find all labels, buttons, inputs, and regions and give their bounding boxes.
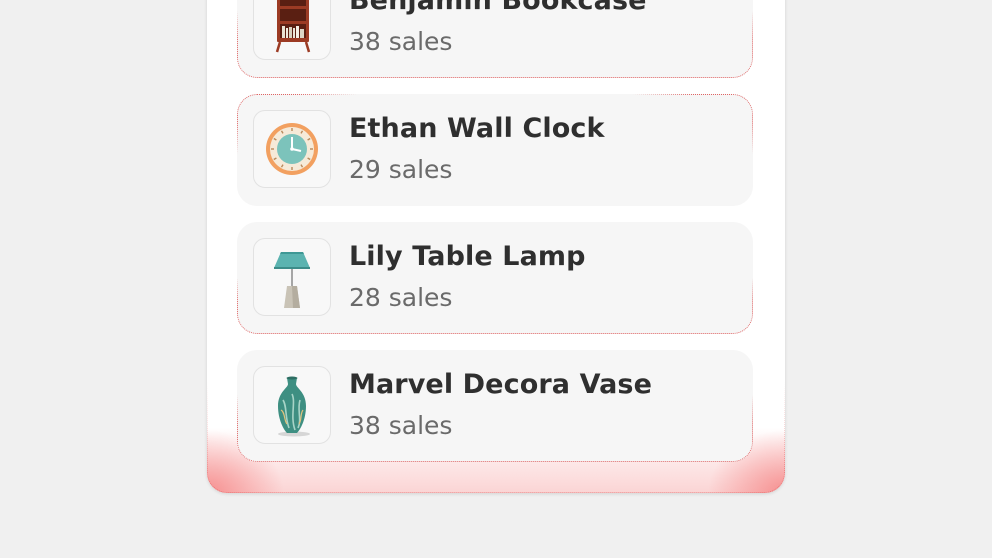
vase-icon bbox=[278, 376, 310, 437]
product-thumbnail bbox=[253, 366, 331, 444]
product-thumbnail bbox=[253, 0, 331, 60]
wall-clock-icon bbox=[266, 123, 318, 175]
product-item[interactable]: Lily Table Lamp 28 sales bbox=[237, 222, 753, 334]
table-lamp-icon bbox=[274, 252, 310, 308]
product-thumbnail bbox=[253, 110, 331, 188]
product-sales: 38 sales bbox=[349, 27, 453, 56]
bookcase-icon bbox=[275, 0, 311, 53]
product-item[interactable]: Ethan Wall Clock 29 sales bbox=[237, 94, 753, 206]
product-thumbnail bbox=[253, 238, 331, 316]
product-name: Benjamin Bookcase bbox=[349, 0, 647, 16]
product-name: Lily Table Lamp bbox=[349, 241, 586, 272]
product-sales: 38 sales bbox=[349, 411, 453, 440]
top-products-panel: Benjamin Bookcase 38 sales Ethan Wall Cl… bbox=[207, 0, 785, 493]
product-item[interactable]: Marvel Decora Vase 38 sales bbox=[237, 350, 753, 462]
product-name: Marvel Decora Vase bbox=[349, 369, 653, 400]
product-sales: 29 sales bbox=[349, 155, 453, 184]
stage: Benjamin Bookcase 38 sales Ethan Wall Cl… bbox=[0, 0, 992, 558]
product-name: Ethan Wall Clock bbox=[349, 113, 605, 144]
product-item[interactable]: Benjamin Bookcase 38 sales bbox=[237, 0, 753, 78]
product-sales: 28 sales bbox=[349, 283, 453, 312]
